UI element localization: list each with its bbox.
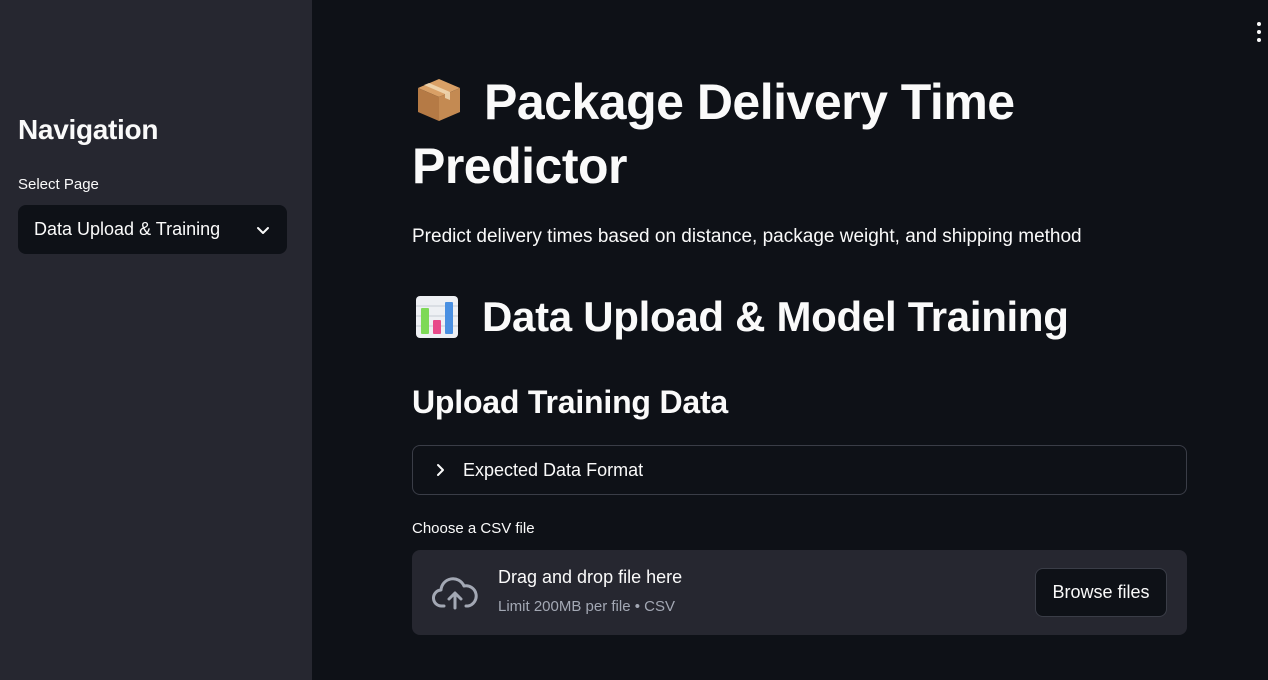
- package-box-icon: [418, 79, 460, 121]
- dropzone-instructions: Drag and drop file here: [498, 567, 683, 587]
- file-dropzone[interactable]: Drag and drop file here Limit 200MB per …: [412, 550, 1187, 635]
- subsection-title: Upload Training Data: [412, 384, 729, 420]
- chevron-right-icon: [437, 464, 444, 476]
- app-window: Navigation Select Page Data Upload & Tra…: [0, 0, 1268, 680]
- chevron-down-icon: [257, 226, 269, 234]
- expander-label: Expected Data Format: [463, 459, 644, 480]
- page-select[interactable]: Data Upload & Training: [18, 205, 287, 254]
- page-title: Package Delivery Time Predictor: [412, 70, 1132, 198]
- sidebar-title: Navigation: [18, 114, 159, 145]
- sidebar: Navigation Select Page Data Upload & Tra…: [0, 0, 312, 680]
- select-page-label: Select Page: [18, 176, 99, 193]
- dropzone-limit-text: Limit 200MB per file • CSV: [498, 598, 675, 615]
- browse-files-button[interactable]: Browse files: [1035, 568, 1167, 617]
- bar-chart-icon: [416, 296, 458, 338]
- expected-format-expander[interactable]: Expected Data Format: [412, 445, 1187, 495]
- page-select-value: Data Upload & Training: [34, 219, 221, 239]
- cloud-upload-icon: [432, 577, 478, 610]
- page-title-text: Package Delivery Time Predictor: [412, 74, 1015, 194]
- section-title-text: Data Upload & Model Training: [482, 293, 1069, 340]
- section-title: Data Upload & Model Training: [412, 292, 1069, 342]
- file-uploader-label: Choose a CSV file: [412, 520, 535, 537]
- page-subtitle: Predict delivery times based on distance…: [412, 226, 1082, 247]
- main-content: Package Delivery Time Predictor Predict …: [312, 0, 1268, 680]
